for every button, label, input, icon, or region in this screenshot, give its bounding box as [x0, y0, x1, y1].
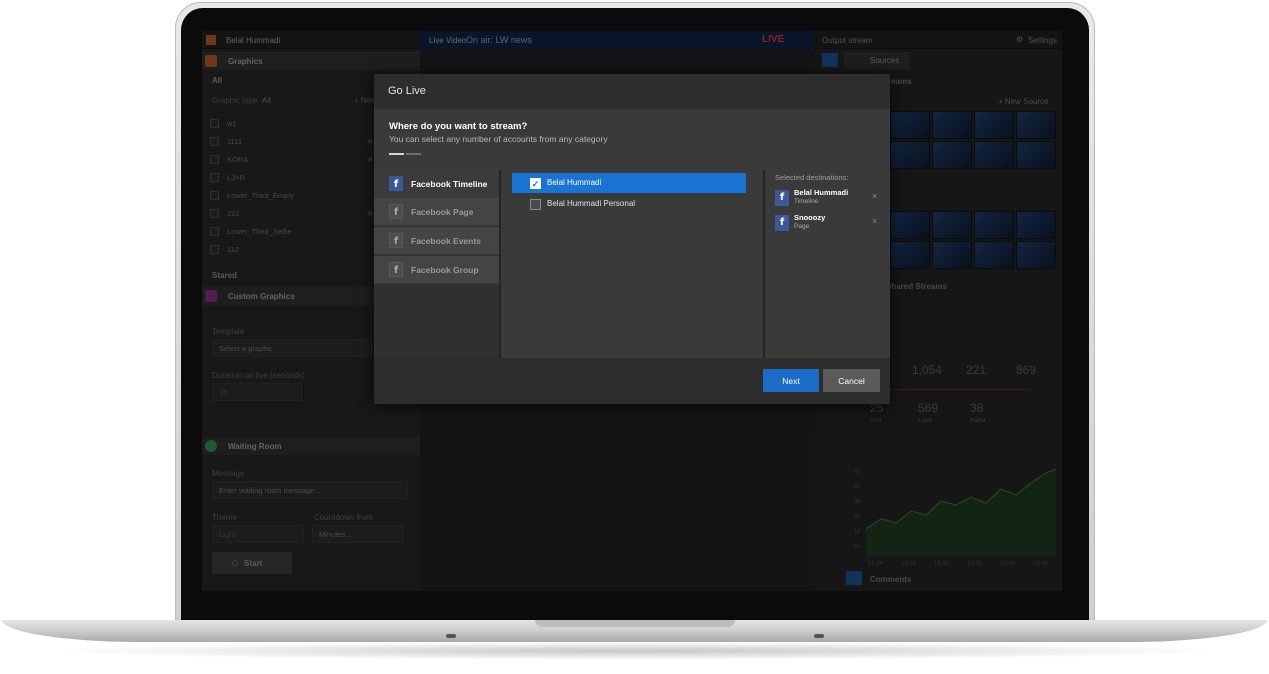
selected-destinations: Selected destinations: f Belal Hummadi T… [765, 170, 890, 358]
category-label: Facebook Events [411, 236, 481, 246]
destination-type: Page [794, 223, 810, 230]
destination-type: Timeline [794, 198, 819, 205]
account-label: Belal Hummadi Personal [547, 199, 636, 208]
account-label: Belal Hummadi [547, 178, 602, 187]
step-2 [406, 153, 421, 155]
selected-destinations-title: Selected destinations: [775, 173, 849, 182]
account-checkbox[interactable]: ✓ [530, 178, 541, 189]
stream-question-hint: You can select any number of accounts fr… [389, 134, 608, 144]
next-button[interactable]: Next [763, 369, 819, 392]
category-facebook-page[interactable]: f Facebook Page [374, 198, 499, 226]
account-checkbox[interactable] [530, 199, 541, 210]
category-facebook-events[interactable]: f Facebook Events [374, 227, 499, 255]
laptop-foot [814, 634, 824, 638]
account-item[interactable]: ✓ Belal Hummadi [512, 173, 746, 193]
destination-item: f Belal Hummadi Timeline × [772, 187, 884, 209]
go-live-dialog: Go Live Where do you want to stream? You… [374, 74, 890, 404]
step-indicator [389, 153, 421, 155]
category-facebook-timeline[interactable]: f Facebook Timeline [374, 170, 499, 198]
category-list: f Facebook Timeline f Facebook Page f Fa… [374, 170, 499, 358]
account-list: ✓ Belal Hummadi Belal Hummadi Personal [501, 170, 763, 358]
category-label: Facebook Group [411, 265, 479, 275]
dialog-header: Go Live [374, 74, 890, 109]
laptop-screen: Belal Hummadi ⚙ Settings Live Video On a… [202, 31, 1062, 591]
step-1 [389, 153, 404, 155]
facebook-icon: f [389, 262, 403, 277]
destination-name: Belal Hummadi [794, 188, 849, 197]
dialog-footer: Next Cancel [374, 358, 890, 404]
remove-destination-icon[interactable]: × [872, 216, 877, 226]
laptop-shadow [40, 642, 1230, 660]
category-label: Facebook Timeline [411, 179, 488, 189]
stream-question: Where do you want to stream? [389, 121, 528, 132]
facebook-icon: f [775, 215, 789, 231]
category-facebook-group[interactable]: f Facebook Group [374, 256, 499, 284]
account-item[interactable]: Belal Hummadi Personal [512, 194, 746, 214]
destination-item: f Snooozy Page × [772, 212, 884, 234]
laptop-foot [446, 634, 456, 638]
cancel-button[interactable]: Cancel [823, 369, 880, 392]
category-label: Facebook Page [411, 207, 474, 217]
remove-destination-icon[interactable]: × [872, 191, 877, 201]
facebook-icon: f [389, 233, 403, 248]
laptop-notch [535, 620, 735, 627]
dialog-title: Go Live [388, 85, 426, 97]
facebook-icon: f [775, 190, 789, 206]
facebook-icon: f [389, 204, 403, 219]
facebook-icon: f [389, 176, 403, 191]
destination-name: Snooozy [794, 213, 826, 222]
